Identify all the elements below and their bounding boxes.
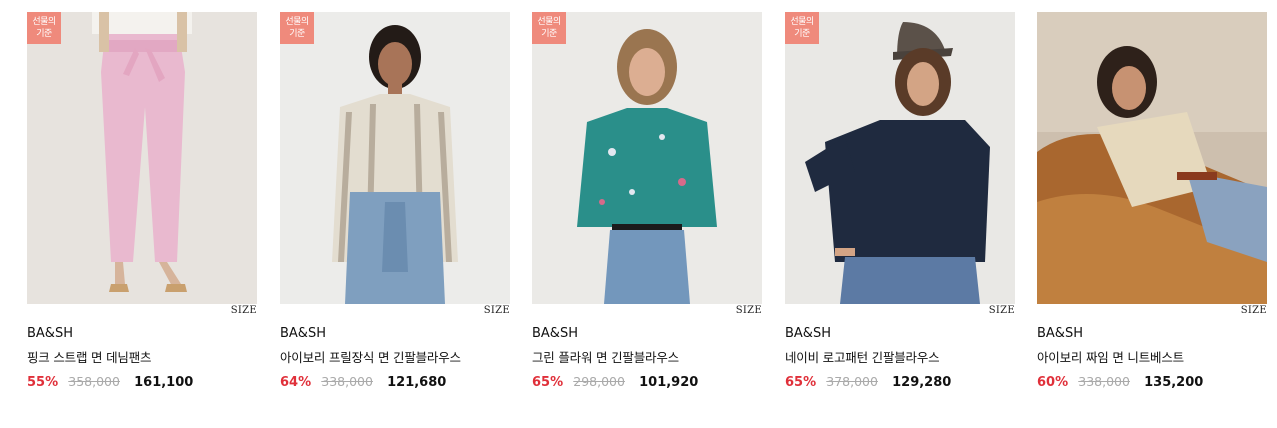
price-row: 55% 358,000 161,100 xyxy=(27,374,193,390)
gift-badge-line-1: 선물의 xyxy=(790,17,814,27)
gift-badge: 선물의 기준 xyxy=(532,12,566,44)
gift-badge: 선물의 기준 xyxy=(785,12,819,44)
gift-badge: 선물의 기준 xyxy=(280,12,314,44)
product-photo-ivory-blouse xyxy=(280,12,510,304)
gift-badge-line-2: 기준 xyxy=(794,29,810,39)
product-card[interactable]: SIZE BA&SH 아이보리 짜임 면 니트베스트 60% 338,000 1… xyxy=(1037,12,1267,412)
original-price: 338,000 xyxy=(1078,374,1130,389)
gift-badge-line-2: 기준 xyxy=(541,29,557,39)
sale-price: 135,200 xyxy=(1144,375,1204,390)
product-image[interactable]: 선물의 기준 xyxy=(27,12,257,304)
gift-badge-line-1: 선물의 xyxy=(285,17,309,27)
product-image[interactable]: 선물의 기준 xyxy=(532,12,762,304)
original-price: 298,000 xyxy=(573,374,625,389)
product-brand: BA&SH xyxy=(280,326,326,341)
product-name[interactable]: 그린 플라워 면 긴팔블라우스 xyxy=(532,347,679,366)
original-price: 358,000 xyxy=(68,374,120,389)
gift-badge-line-2: 기준 xyxy=(36,29,52,39)
size-button[interactable]: SIZE xyxy=(231,305,257,316)
discount-rate: 60% xyxy=(1037,375,1069,390)
product-image[interactable] xyxy=(1037,12,1267,304)
size-button[interactable]: SIZE xyxy=(989,305,1015,316)
price-row: 60% 338,000 135,200 xyxy=(1037,374,1203,390)
product-name[interactable]: 아이보리 짜임 면 니트베스트 xyxy=(1037,347,1184,366)
original-price: 338,000 xyxy=(321,374,373,389)
price-row: 65% 298,000 101,920 xyxy=(532,374,698,390)
gift-badge: 선물의 기준 xyxy=(27,12,61,44)
product-photo-knit-vest xyxy=(1037,12,1267,304)
product-name[interactable]: 네이비 로고패턴 긴팔블라우스 xyxy=(785,347,940,366)
gift-badge-line-1: 선물의 xyxy=(32,17,56,27)
sale-price: 121,680 xyxy=(387,375,447,390)
gift-badge-line-1: 선물의 xyxy=(537,17,561,27)
size-button[interactable]: SIZE xyxy=(1241,305,1267,316)
product-grid: 선물의 기준 SIZE BA&SH 핑크 스트랩 면 데님팬츠 55% 358,… xyxy=(0,0,1277,428)
sale-price: 101,920 xyxy=(639,375,699,390)
product-brand: BA&SH xyxy=(1037,326,1083,341)
product-card[interactable]: 선물의 기준 SIZE BA&SH 그린 플라워 면 긴팔블라우스 65% 29… xyxy=(532,12,762,412)
price-row: 65% 378,000 129,280 xyxy=(785,374,951,390)
sale-price: 161,100 xyxy=(134,375,194,390)
size-button[interactable]: SIZE xyxy=(736,305,762,316)
product-photo-navy-blouse xyxy=(785,12,1015,304)
product-card[interactable]: 선물의 기준 SIZE BA&SH 네이비 로고패턴 긴팔블라우스 65% 37… xyxy=(785,12,1015,412)
discount-rate: 65% xyxy=(785,375,817,390)
product-card[interactable]: 선물의 기준 SIZE BA&SH 핑크 스트랩 면 데님팬츠 55% 358,… xyxy=(27,12,257,412)
discount-rate: 55% xyxy=(27,375,59,390)
product-photo-pink-pants xyxy=(27,12,257,304)
product-brand: BA&SH xyxy=(532,326,578,341)
product-name[interactable]: 핑크 스트랩 면 데님팬츠 xyxy=(27,347,152,366)
product-brand: BA&SH xyxy=(27,326,73,341)
product-card[interactable]: 선물의 기준 SIZE BA&SH 아이보리 프릴장식 면 긴팔블라우스 64%… xyxy=(280,12,510,412)
original-price: 378,000 xyxy=(826,374,878,389)
sale-price: 129,280 xyxy=(892,375,952,390)
product-photo-green-blouse xyxy=(532,12,762,304)
size-button[interactable]: SIZE xyxy=(484,305,510,316)
discount-rate: 65% xyxy=(532,375,564,390)
product-name[interactable]: 아이보리 프릴장식 면 긴팔블라우스 xyxy=(280,347,461,366)
gift-badge-line-2: 기준 xyxy=(289,29,305,39)
product-image[interactable]: 선물의 기준 xyxy=(280,12,510,304)
product-brand: BA&SH xyxy=(785,326,831,341)
price-row: 64% 338,000 121,680 xyxy=(280,374,446,390)
product-image[interactable]: 선물의 기준 xyxy=(785,12,1015,304)
discount-rate: 64% xyxy=(280,375,312,390)
